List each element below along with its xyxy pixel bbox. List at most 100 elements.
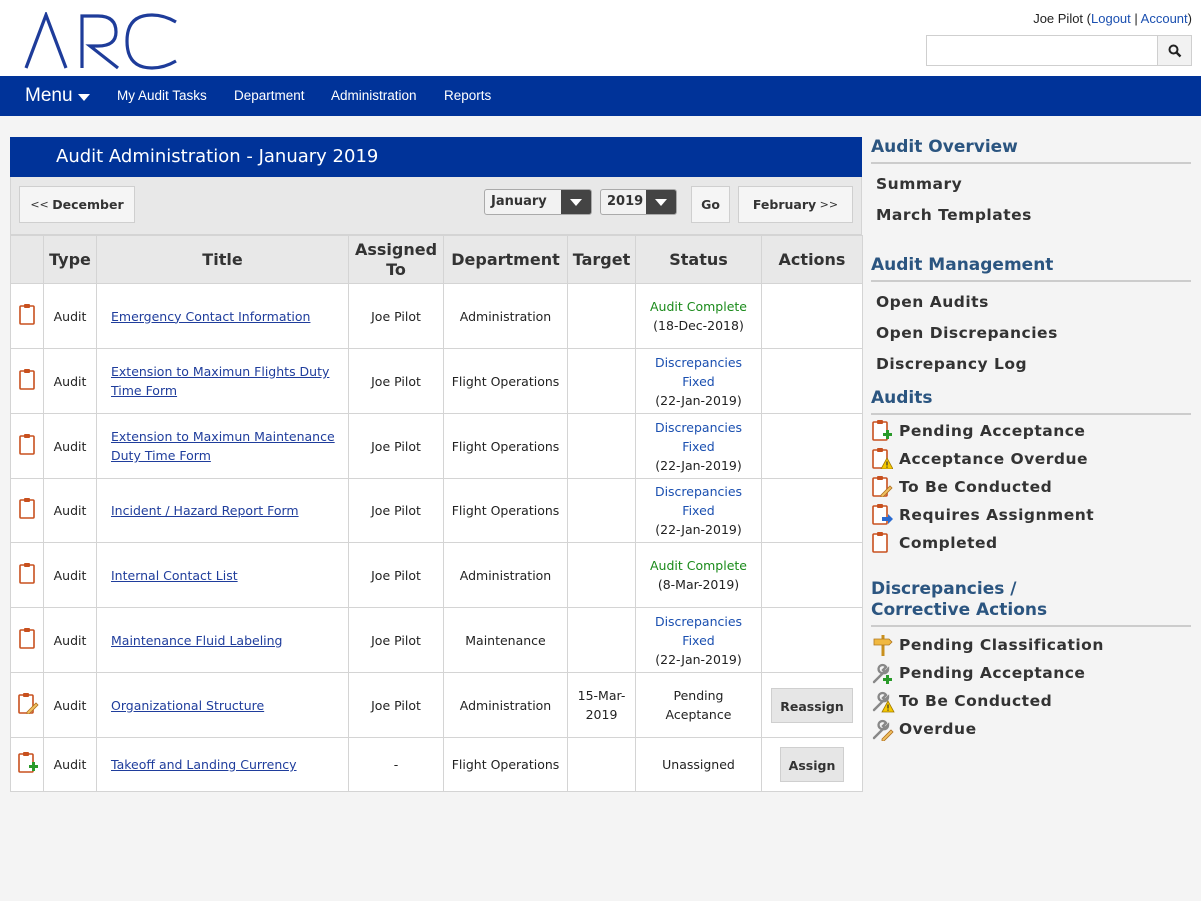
sidebar-item-audits-acceptance-overdue[interactable]: Acceptance Overdue xyxy=(871,445,1191,473)
status-date: (18-Dec-2018) xyxy=(653,318,744,333)
title-cell: Extension to Maximun Flights Duty Time F… xyxy=(96,348,349,414)
status-text: Discrepancies Fixed xyxy=(654,419,743,454)
actions-cell: Reassign xyxy=(761,672,863,738)
header: Joe Pilot (Logout | Account) xyxy=(0,0,1201,76)
sidebar: Audit Overview Summary March Templates A… xyxy=(871,137,1191,743)
year-select[interactable]: 2019 xyxy=(600,189,677,215)
clipboard-icon xyxy=(18,627,36,652)
table-row: Audit Extension to Maximun Flights Duty T… xyxy=(10,348,863,414)
clipboard-plus-icon xyxy=(871,419,895,443)
nav-my-audit-tasks[interactable]: My Audit Tasks xyxy=(117,88,207,103)
month-select[interactable]: January xyxy=(484,189,592,215)
department-cell: Flight Operations xyxy=(443,737,568,792)
audit-title-link[interactable]: Emergency Contact Information xyxy=(111,309,310,324)
clipboard-icon xyxy=(871,531,895,555)
status-cell: Audit Complete (18-Dec-2018) xyxy=(635,283,762,349)
sidebar-heading-management: Audit Management xyxy=(871,255,1191,282)
target-cell xyxy=(567,413,636,479)
column-header-target[interactable]: Target xyxy=(567,235,636,284)
sidebar-item-discrepancy-log[interactable]: Discrepancy Log xyxy=(871,349,1191,380)
nav-bar: Menu My Audit Tasks Department Administr… xyxy=(0,76,1201,116)
nav-administration[interactable]: Administration xyxy=(331,88,417,103)
sidebar-discrepancies-list: Pending Classification Pending Acceptance… xyxy=(871,631,1191,743)
sidebar-item-open-discrepancies[interactable]: Open Discrepancies xyxy=(871,318,1191,349)
audit-title-link[interactable]: Maintenance Fluid Labeling xyxy=(111,633,283,648)
panel-title: Audit Administration - January 2019 xyxy=(10,137,862,177)
clipboard-arrow-icon xyxy=(871,503,895,527)
status-date: (22-Jan-2019) xyxy=(655,651,742,667)
target-cell xyxy=(567,542,636,608)
sidebar-audits-list: Pending Acceptance Acceptance Overdue To B… xyxy=(871,417,1191,557)
prev-month-button[interactable]: << December xyxy=(19,186,135,223)
audit-panel: Audit Administration - January 2019 << D… xyxy=(10,137,863,792)
sidebar-item-disc-pending-acceptance[interactable]: Pending Acceptance xyxy=(871,659,1191,687)
go-button[interactable]: Go xyxy=(691,186,730,223)
clipboard-plus-icon xyxy=(17,752,39,776)
column-header-assigned[interactable]: Assigned To xyxy=(348,235,444,284)
audit-title-link[interactable]: Organizational Structure xyxy=(111,698,264,713)
status-cell: Discrepancies Fixed (22-Jan-2019) xyxy=(635,478,762,543)
menu-toggle[interactable]: Menu xyxy=(25,85,90,107)
sidebar-item-disc-overdue[interactable]: Overdue xyxy=(871,715,1191,743)
sidebar-item-march-templates[interactable]: March Templates xyxy=(871,200,1191,231)
audit-title-link[interactable]: Takeoff and Landing Currency xyxy=(111,757,297,772)
assigned-cell: Joe Pilot xyxy=(348,413,444,479)
wrench-pencil-icon xyxy=(871,717,895,741)
user-name: Joe Pilot xyxy=(1033,11,1084,26)
reassign-button[interactable]: Reassign xyxy=(771,687,853,723)
type-cell: Audit xyxy=(43,283,97,349)
type-cell: Audit xyxy=(43,737,97,792)
actions-cell xyxy=(761,348,863,414)
audit-title-link[interactable]: Extension to Maximun Maintenance Duty Ti… xyxy=(111,429,335,463)
sidebar-item-audits-requires-assignment[interactable]: Requires Assignment xyxy=(871,501,1191,529)
table-header-row: Type Title Assigned To Department Target… xyxy=(10,235,863,284)
table-row: Audit Organizational Structure Joe Pilot Ad… xyxy=(10,672,863,738)
logout-link[interactable]: Logout xyxy=(1091,11,1131,26)
sidebar-item-disc-pending-classification[interactable]: Pending Classification xyxy=(871,631,1191,659)
nav-department[interactable]: Department xyxy=(234,88,305,103)
row-icon-cell xyxy=(10,737,44,792)
nav-reports[interactable]: Reports xyxy=(444,88,491,103)
assign-button[interactable]: Assign xyxy=(779,747,845,782)
status-date: (22-Jan-2019) xyxy=(655,392,742,408)
double-left-icon: << xyxy=(30,198,53,211)
search-button[interactable] xyxy=(1157,36,1191,65)
dropdown-arrow-icon xyxy=(646,190,676,214)
actions-cell: Assign xyxy=(761,737,863,792)
arc-logo[interactable] xyxy=(24,12,180,70)
actions-cell xyxy=(761,478,863,543)
title-cell: Maintenance Fluid Labeling xyxy=(96,607,349,673)
type-cell: Audit xyxy=(43,542,97,608)
menu-label: Menu xyxy=(25,85,73,106)
sidebar-item-audits-to-be-conducted[interactable]: To Be Conducted xyxy=(871,473,1191,501)
type-cell: Audit xyxy=(43,672,97,738)
assigned-cell: Joe Pilot xyxy=(348,478,444,543)
assigned-cell: Joe Pilot xyxy=(348,672,444,738)
column-header-type[interactable]: Type xyxy=(43,235,97,284)
sidebar-item-open-audits[interactable]: Open Audits xyxy=(871,287,1191,318)
sidebar-item-audits-pending-acceptance[interactable]: Pending Acceptance xyxy=(871,417,1191,445)
target-cell xyxy=(567,478,636,543)
type-cell: Audit xyxy=(43,607,97,673)
department-cell: Flight Operations xyxy=(443,478,568,543)
assigned-cell: Joe Pilot xyxy=(348,283,444,349)
audit-title-link[interactable]: Incident / Hazard Report Form xyxy=(111,503,299,518)
next-month-button[interactable]: February >> xyxy=(738,186,853,223)
search-input[interactable] xyxy=(927,36,1157,65)
status-text: Discrepancies Fixed xyxy=(654,484,743,518)
audit-title-link[interactable]: Internal Contact List xyxy=(111,568,238,583)
column-header-department[interactable]: Department xyxy=(443,235,568,284)
sidebar-item-summary[interactable]: Summary xyxy=(871,169,1191,200)
status-cell: Discrepancies Fixed (22-Jan-2019) xyxy=(635,607,762,673)
sidebar-item-audits-completed[interactable]: Completed xyxy=(871,529,1191,557)
column-header-title[interactable]: Title xyxy=(96,235,349,284)
column-header-status[interactable]: Status xyxy=(635,235,762,284)
row-icon-cell xyxy=(10,348,44,414)
audit-title-link[interactable]: Extension to Maximun Flights Duty Time F… xyxy=(111,364,329,398)
sidebar-item-disc-to-be-conducted[interactable]: To Be Conducted xyxy=(871,687,1191,715)
target-cell xyxy=(567,283,636,349)
target-cell xyxy=(567,348,636,414)
clipboard-pencil-icon xyxy=(871,475,895,499)
account-link[interactable]: Account xyxy=(1141,11,1188,26)
clipboard-pencil-icon xyxy=(17,692,39,717)
